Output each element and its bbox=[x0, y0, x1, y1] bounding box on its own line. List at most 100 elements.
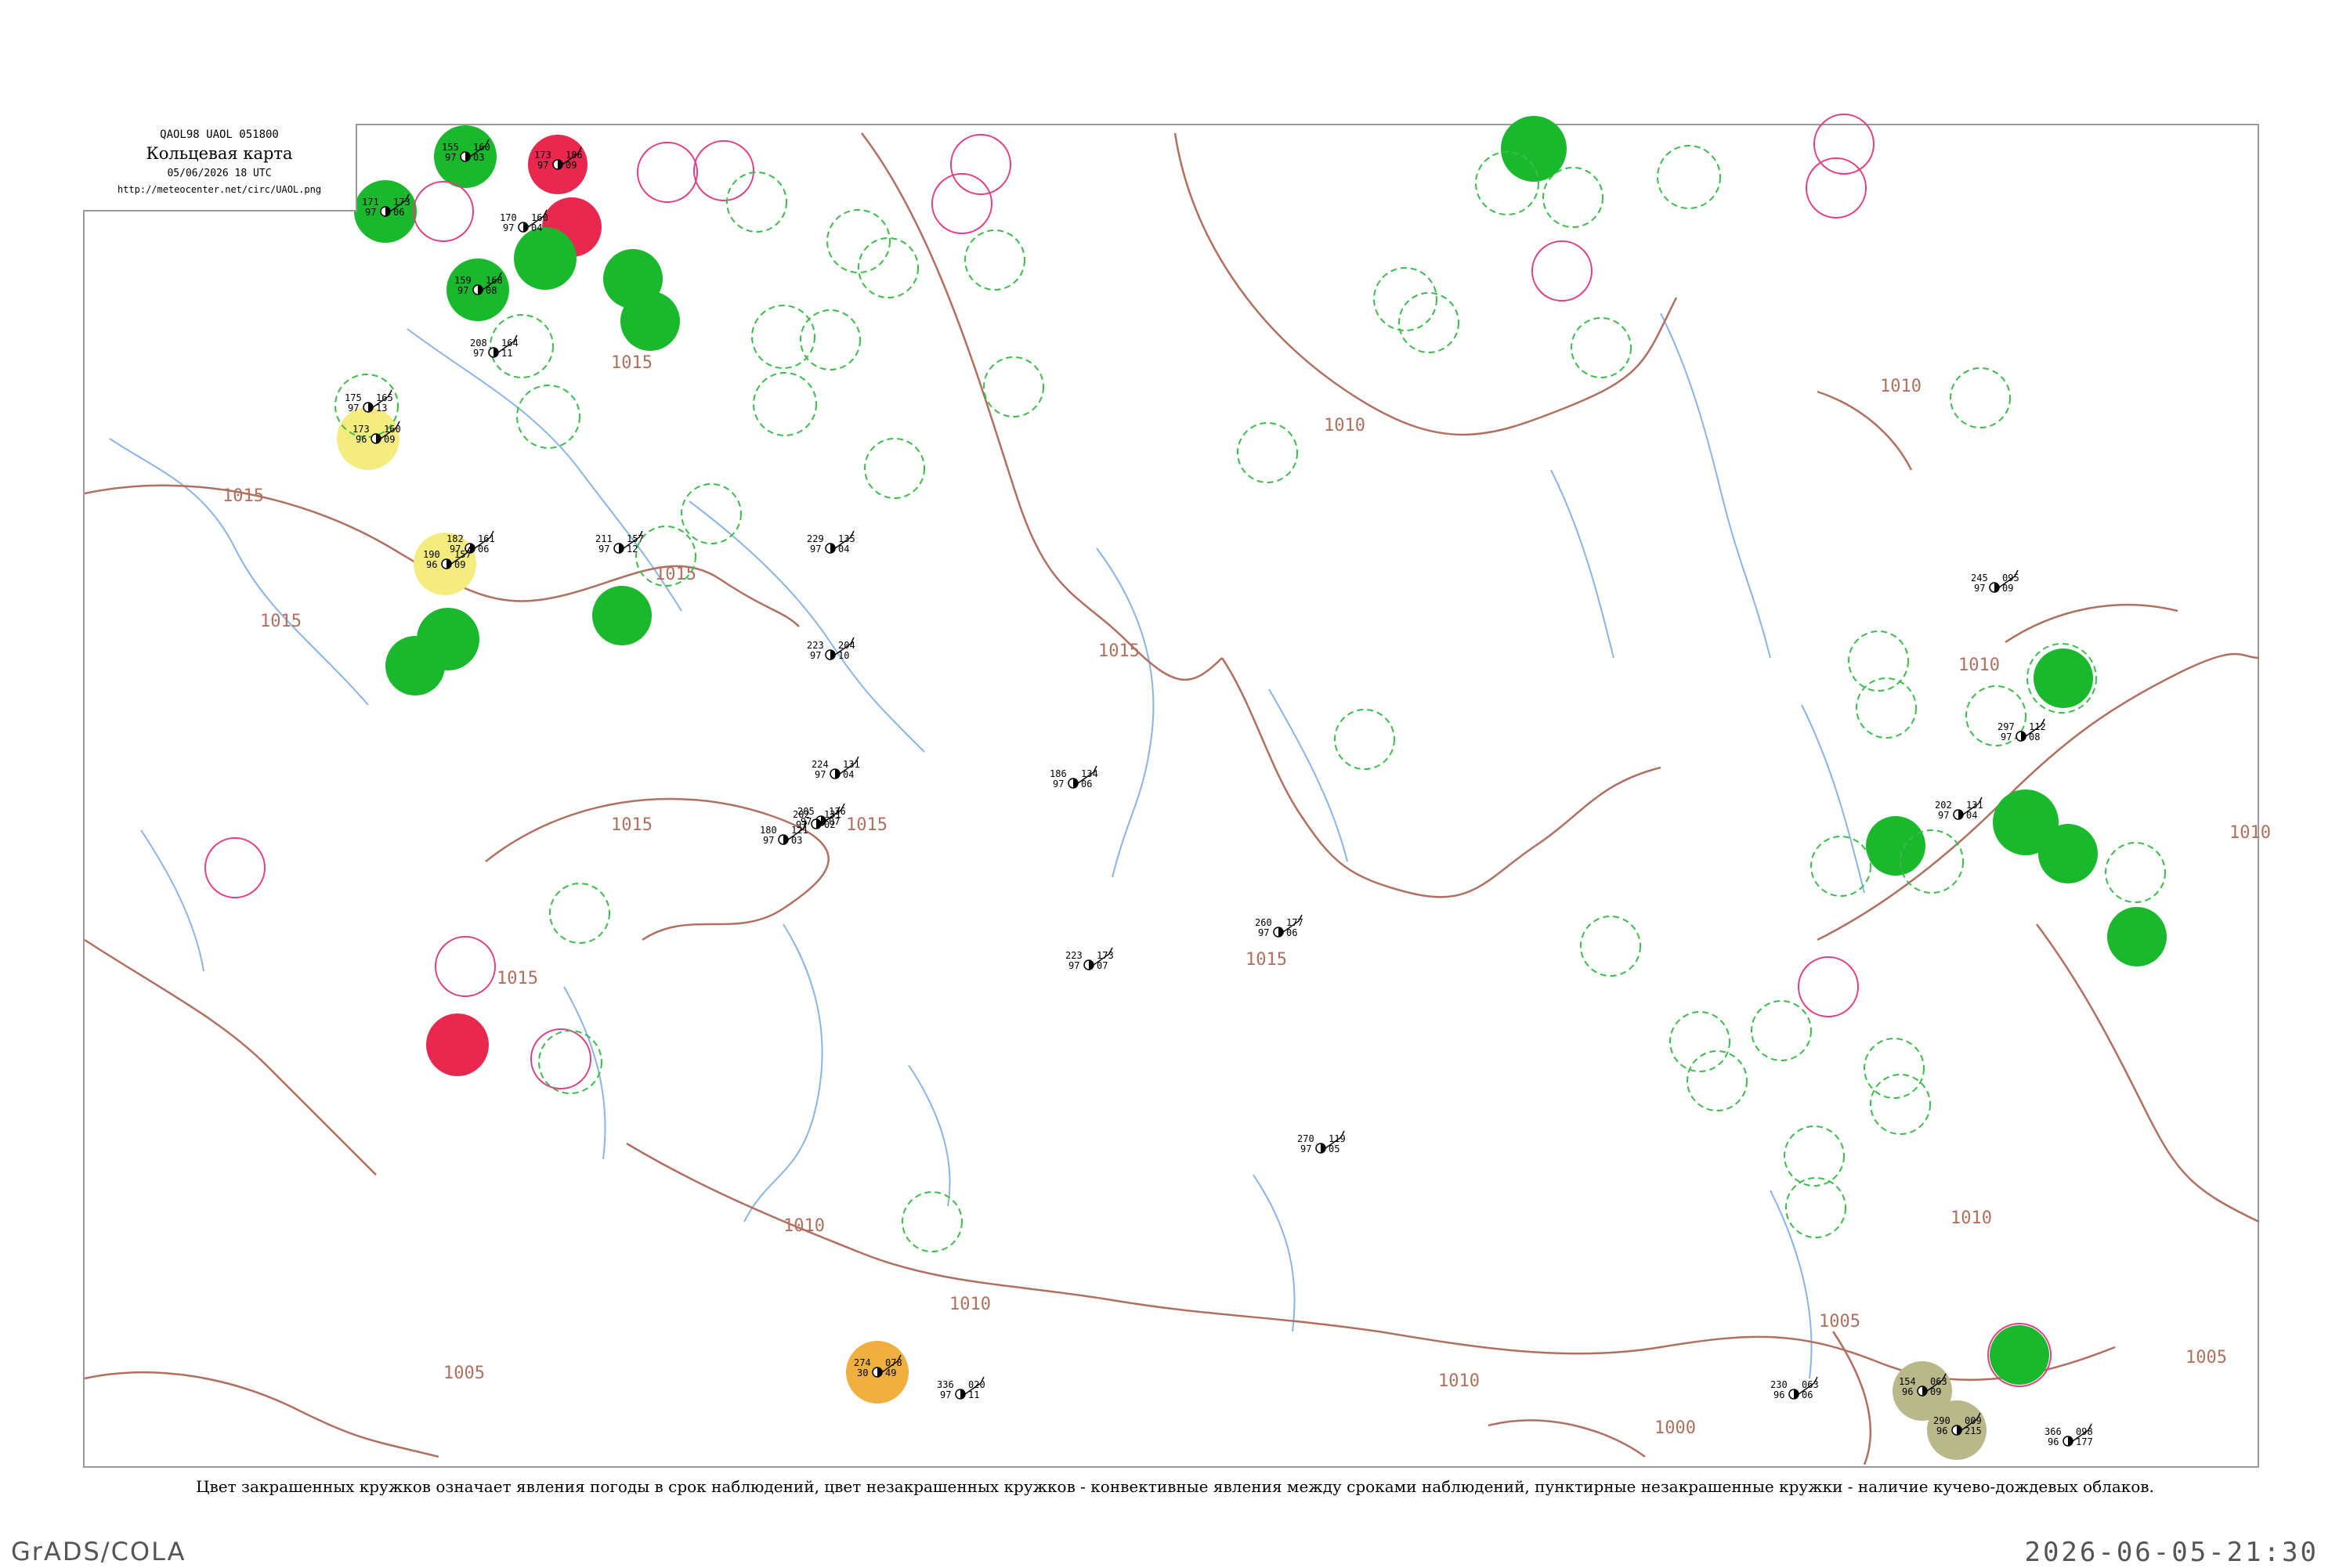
temperature-label: 230 bbox=[1770, 1379, 1788, 1390]
isobar-label: 1015 bbox=[611, 815, 653, 835]
pressure-label: 063 bbox=[1802, 1379, 1819, 1390]
cloud-label: 96 bbox=[2048, 1436, 2059, 1447]
isobar-label: 1010 bbox=[2229, 823, 2271, 843]
dewpoint-label: 10 bbox=[838, 650, 849, 661]
cloud-label: 97 bbox=[1258, 927, 1269, 938]
temperature-label: 336 bbox=[937, 1379, 954, 1390]
pressure-label: 161 bbox=[478, 533, 495, 544]
temperature-label: 180 bbox=[760, 825, 777, 836]
rain-circle bbox=[385, 636, 445, 695]
isobar-label: 1005 bbox=[1819, 1312, 1860, 1331]
isobar-label: 1015 bbox=[846, 815, 888, 835]
isobar-label: 1010 bbox=[1324, 416, 1365, 435]
cloud-label: 97 bbox=[2001, 732, 2012, 742]
station-plot: 270 119 97 05 bbox=[1297, 1130, 1346, 1154]
cloud-label: 97 bbox=[940, 1389, 951, 1400]
station-plot: 211 157 97 12 bbox=[595, 530, 644, 555]
dewpoint-label: 09 bbox=[1930, 1386, 1941, 1397]
isobar-label: 1015 bbox=[655, 565, 696, 584]
temperature-label: 224 bbox=[812, 759, 829, 770]
dewpoint-label: 06 bbox=[1802, 1389, 1813, 1400]
pressure-label: 131 bbox=[824, 809, 841, 820]
dewpoint-label: 07 bbox=[1097, 960, 1108, 971]
pressure-label: 164 bbox=[501, 338, 519, 349]
dewpoint-label: 09 bbox=[454, 559, 465, 570]
isobar-label: 1015 bbox=[1098, 641, 1140, 661]
station-plot: 223 173 97 07 bbox=[1065, 947, 1114, 971]
dewpoint-label: 04 bbox=[838, 544, 849, 555]
cloud-label: 97 bbox=[815, 769, 826, 780]
isobar-label: 1015 bbox=[1246, 950, 1287, 970]
cloud-label: 97 bbox=[1068, 960, 1079, 971]
dewpoint-label: 08 bbox=[486, 285, 497, 296]
cloud-label: 97 bbox=[503, 222, 514, 233]
page-title: Кольцевая карта bbox=[146, 144, 293, 163]
map-header: QAOL98 UAOL 051800 Кольцевая карта 05/06… bbox=[83, 124, 357, 211]
cloud-label: 97 bbox=[1053, 779, 1064, 789]
station-plot: 229 135 97 04 bbox=[807, 530, 855, 555]
temperature-label: 366 bbox=[2044, 1426, 2062, 1437]
pressure-label: 157 bbox=[454, 549, 472, 560]
temperature-label: 154 bbox=[1899, 1376, 1916, 1387]
temperature-label: 173 bbox=[352, 424, 370, 435]
dewpoint-label: 06 bbox=[478, 544, 489, 555]
temperature-label: 208 bbox=[470, 338, 487, 349]
dewpoint-label: 03 bbox=[791, 835, 802, 846]
station-plot: 186 134 97 06 bbox=[1050, 765, 1098, 789]
isobars bbox=[84, 132, 2260, 1465]
temperature-label: 173 bbox=[534, 150, 551, 161]
dewpoint-label: 09 bbox=[566, 160, 577, 171]
pressure-label: 160 bbox=[531, 212, 548, 223]
station-plot: 336 020 97 11 bbox=[937, 1376, 985, 1400]
pressure-label: 204 bbox=[838, 640, 855, 651]
temperature-label: 270 bbox=[1297, 1133, 1314, 1144]
station-plots: 171 17397 06155 16097 03 173 18697 09170 16097 04… bbox=[345, 139, 2093, 1447]
cloud-label: 97 bbox=[1300, 1143, 1311, 1154]
dewpoint-label: 03 bbox=[473, 152, 484, 163]
pressure-label: 168 bbox=[486, 275, 503, 286]
temperature-label: 182 bbox=[446, 533, 464, 544]
temperature-label: 211 bbox=[595, 533, 613, 544]
bulletin-code: QAOL98 UAOL 051800 bbox=[160, 128, 279, 141]
dewpoint-label: 04 bbox=[1966, 810, 1977, 821]
dewpoint-label: 06 bbox=[393, 207, 404, 218]
temperature-label: 175 bbox=[345, 392, 362, 403]
dewpoint-label: 49 bbox=[885, 1367, 896, 1378]
pressure-label: 186 bbox=[566, 150, 583, 161]
cloud-label: 97 bbox=[445, 152, 456, 163]
dewpoint-label: 08 bbox=[2029, 732, 2040, 742]
rain-circle bbox=[592, 586, 652, 645]
isobar-label: 1010 bbox=[783, 1216, 825, 1236]
isobar-label: 1015 bbox=[260, 612, 302, 631]
rain-circle bbox=[620, 291, 680, 351]
dewpoint-label: 04 bbox=[843, 769, 854, 780]
station-plot: 245 095 97 09 bbox=[1971, 569, 2019, 594]
cloud-label: 30 bbox=[857, 1367, 868, 1378]
pressure-label: 063 bbox=[1930, 1376, 1947, 1387]
pressure-label: 009 bbox=[1965, 1415, 1982, 1426]
pressure-label: 160 bbox=[384, 424, 401, 435]
station-plot: 260 177 97 06 bbox=[1255, 914, 1303, 938]
temperature-label: 260 bbox=[1255, 917, 1272, 928]
temperature-label: 223 bbox=[807, 640, 824, 651]
temperature-label: 229 bbox=[807, 533, 824, 544]
temperature-label: 290 bbox=[1933, 1415, 1950, 1426]
station-plot: 230 063 96 06 bbox=[1770, 1376, 1819, 1400]
filled-weather-circles bbox=[337, 116, 2167, 1460]
pressure-label: 177 bbox=[1286, 917, 1303, 928]
storm-circle bbox=[426, 1013, 489, 1076]
cloud-label: 97 bbox=[810, 650, 821, 661]
temperature-label: 202 bbox=[793, 809, 810, 820]
dewpoint-label: 12 bbox=[627, 544, 638, 555]
dewpoint-label: 06 bbox=[1081, 779, 1092, 789]
isobar-label: 1010 bbox=[949, 1295, 991, 1314]
cloud-label: 97 bbox=[810, 544, 821, 555]
temperature-label: 190 bbox=[423, 549, 440, 560]
rain-circle bbox=[1866, 816, 1925, 876]
station-plot: 208 164 97 11 bbox=[470, 334, 519, 359]
pressure-label: 078 bbox=[885, 1357, 902, 1368]
cloud-label: 96 bbox=[1936, 1425, 1947, 1436]
rain-circle bbox=[514, 227, 577, 290]
isobar-label: 1010 bbox=[1950, 1209, 1992, 1228]
station-plot: 224 131 97 04 bbox=[812, 756, 860, 780]
